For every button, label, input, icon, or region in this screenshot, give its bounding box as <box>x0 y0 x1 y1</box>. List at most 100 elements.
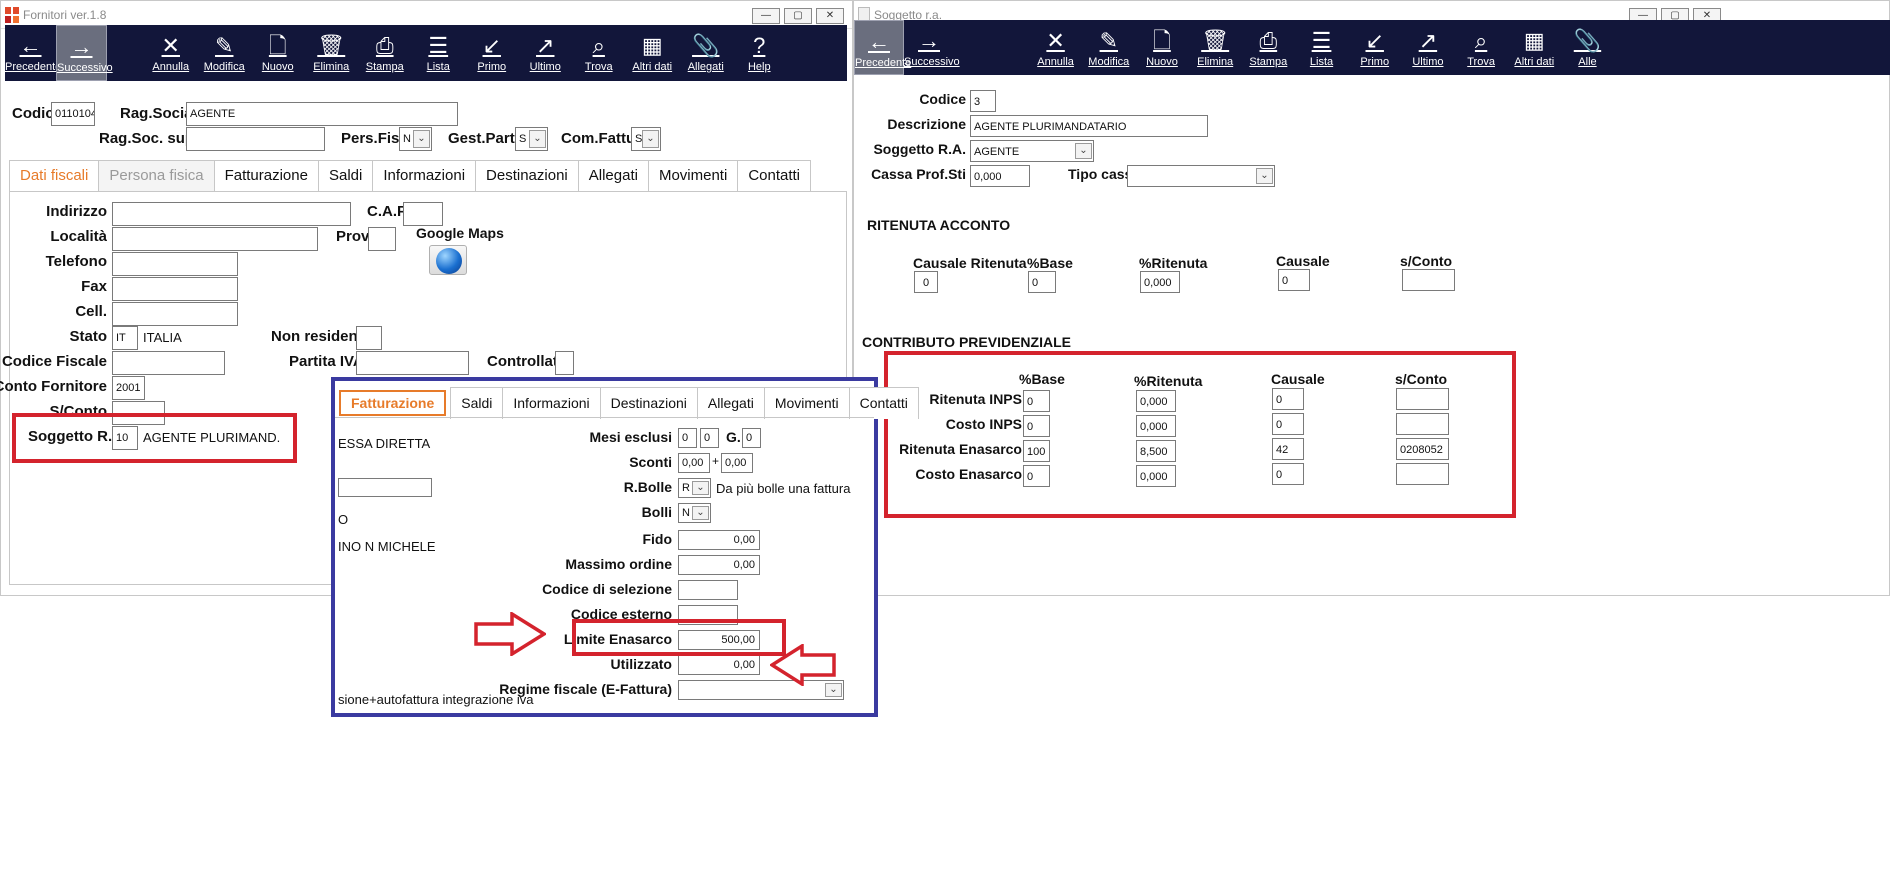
ragsoc-suppl-input[interactable] <box>186 127 325 151</box>
utilizzato-label: Utilizzato <box>610 656 672 672</box>
toolbar-successivo-button[interactable]: → Successivo <box>56 25 113 81</box>
tab-dati-fiscali[interactable]: Dati fiscali <box>9 160 100 192</box>
bolli-select[interactable]: N ⌄ <box>678 503 711 523</box>
tab-informazioni[interactable]: Informazioni <box>372 160 477 192</box>
tab-saldi[interactable]: Saldi <box>317 160 374 192</box>
toolbar-nuovo-button[interactable]: 🗋 Nuovo <box>251 25 305 81</box>
toolbar-label: Precedente <box>855 57 912 69</box>
tab-contatti[interactable]: Contatti <box>848 387 919 419</box>
codice-fiscale-input[interactable] <box>112 351 225 375</box>
overlay-left-input[interactable] <box>338 478 432 497</box>
arrow-right-icon: → <box>918 28 940 53</box>
tab-informazioni[interactable]: Informazioni <box>502 387 601 419</box>
fido-input[interactable]: 0,00 <box>678 530 760 550</box>
massimo-ordine-input[interactable]: 0,00 <box>678 555 760 575</box>
controllata-checkbox[interactable] <box>555 351 574 375</box>
toolbar-ultimo-button[interactable]: ↗ Ultimo <box>1401 20 1454 75</box>
tab-allegati[interactable]: Allegati <box>696 387 765 419</box>
toolbar-lista-button[interactable]: ☰ Lista <box>412 25 466 81</box>
toolbar-ultimo-button[interactable]: ↗ Ultimo <box>519 25 573 81</box>
stato-code-input[interactable]: IT <box>112 326 138 350</box>
indirizzo-input[interactable] <box>112 202 351 226</box>
toolbar-primo-button[interactable]: ↙ Primo <box>465 25 519 81</box>
gest-partite-select[interactable]: S ⌄ <box>515 127 548 151</box>
rbolle-select[interactable]: R ⌄ <box>678 478 711 498</box>
g-input[interactable]: 0 <box>742 428 761 448</box>
toolbar-stampa-button[interactable]: ⎙ Stampa <box>358 25 412 81</box>
tab-persona-fisica[interactable]: Persona fisica <box>98 160 215 192</box>
prov-label: Prov. <box>336 228 373 245</box>
non-residente-checkbox[interactable] <box>356 326 382 350</box>
toolbar-nuovo-button[interactable]: 🗋 Nuovo <box>1135 20 1188 75</box>
stato-label: Stato <box>69 328 108 345</box>
toolbar-altri-dati-button[interactable]: ▦ Altri dati <box>626 25 680 81</box>
maximize-button[interactable]: ▢ <box>784 8 812 24</box>
chevron-down-icon: ⌄ <box>529 130 546 148</box>
toolbar-modifica-button[interactable]: ✎ Modifica <box>1082 20 1135 75</box>
toolbar-successivo-button[interactable]: → Successivo <box>904 20 960 75</box>
com-fatture-select[interactable]: S ⌄ <box>631 127 661 151</box>
mesi-esclusi-a-input[interactable]: 0 <box>678 428 697 448</box>
regime-fiscale-label: Regime fiscale (E-Fattura) <box>499 681 672 697</box>
sconto2-input[interactable]: 0,00 <box>721 453 753 473</box>
telefono-input[interactable] <box>112 252 238 276</box>
highlight-contributo <box>884 351 1516 518</box>
minimize-button[interactable]: — <box>752 8 780 24</box>
tab-allegati[interactable]: Allegati <box>577 160 649 192</box>
toolbar-precedente-button[interactable]: ← Precedente <box>5 25 61 81</box>
prov-input[interactable] <box>368 227 396 251</box>
cap-input[interactable] <box>403 202 443 226</box>
toolbar-help-button[interactable]: ? Help <box>733 25 787 81</box>
ra-base-input[interactable]: 0 <box>1028 271 1056 293</box>
ra-sconto-input[interactable] <box>1402 269 1455 291</box>
tipo-cassa-select[interactable]: ⌄ <box>1127 165 1275 187</box>
codice-input[interactable]: 3 <box>970 90 996 112</box>
close-window-button[interactable]: ✕ <box>816 8 844 24</box>
utilizzato-input[interactable]: 0,00 <box>678 655 760 675</box>
partita-iva-input[interactable] <box>356 351 469 375</box>
tab-destinazioni[interactable]: Destinazioni <box>475 160 579 192</box>
ra-causale-input[interactable]: 0 <box>1278 269 1310 291</box>
codice-input[interactable]: 0110104 <box>51 102 95 126</box>
tab-destinazioni[interactable]: Destinazioni <box>599 387 698 419</box>
ra-ritenuta-input[interactable]: 0,000 <box>1140 271 1180 293</box>
sconto1-input[interactable]: 0,00 <box>678 453 710 473</box>
massimo-ordine-label: Massimo ordine <box>565 556 672 572</box>
cassa-input[interactable]: 0,000 <box>970 165 1030 187</box>
tab-movimenti[interactable]: Movimenti <box>763 387 850 419</box>
conto-fornitore-input[interactable]: 2001 <box>112 376 145 400</box>
toolbar-elimina-button[interactable]: 🗑 Elimina <box>1189 20 1242 75</box>
google-maps-button[interactable] <box>429 245 467 275</box>
ra-causale-ritenuta-input[interactable]: 0 <box>914 271 938 293</box>
toolbar-precedente-button[interactable]: ← Precedente <box>854 20 911 75</box>
tab-movimenti[interactable]: Movimenti <box>647 160 739 192</box>
telefono-label: Telefono <box>45 253 107 270</box>
soggetto-ra-select[interactable]: AGENTE ⌄ <box>970 140 1094 162</box>
toolbar-elimina-button[interactable]: 🗑 Elimina <box>305 25 359 81</box>
pers-fisica-select[interactable]: N ⌄ <box>399 127 432 151</box>
toolbar-modifica-button[interactable]: ✎ Modifica <box>198 25 252 81</box>
cell-input[interactable] <box>112 302 238 326</box>
fax-input[interactable] <box>112 277 238 301</box>
toolbar-trova-button[interactable]: ⌕ Trova <box>572 25 626 81</box>
tab-fatturazione[interactable]: Fatturazione <box>213 160 319 192</box>
localita-input[interactable] <box>112 227 318 251</box>
toolbar-stampa-button[interactable]: ⎙ Stampa <box>1242 20 1295 75</box>
tab-saldi[interactable]: Saldi <box>450 387 504 419</box>
toolbar-altri-dati-button[interactable]: ▦ Altri dati <box>1508 20 1561 75</box>
overlay-left-text-2: O <box>338 512 349 527</box>
ragsoc-input[interactable]: AGENTE <box>186 102 458 126</box>
descrizione-input[interactable]: AGENTE PLURIMANDATARIO <box>970 115 1208 137</box>
arrow-first-icon: ↙ <box>1365 28 1384 53</box>
codice-selezione-input[interactable] <box>678 580 738 600</box>
toolbar-lista-button[interactable]: ☰ Lista <box>1295 20 1348 75</box>
tab-contatti[interactable]: Contatti <box>737 160 812 192</box>
toolbar-alle-button[interactable]: 📎 Alle <box>1561 20 1614 75</box>
toolbar-primo-button[interactable]: ↙ Primo <box>1348 20 1401 75</box>
toolbar-annulla-button[interactable]: ✕ Annulla <box>1029 20 1082 75</box>
toolbar-trova-button[interactable]: ⌕ Trova <box>1455 20 1508 75</box>
tab-fatturazione[interactable]: Fatturazione <box>339 390 447 416</box>
toolbar-allegati-button[interactable]: 📎 Allegati <box>679 25 733 81</box>
toolbar-annulla-button[interactable]: ✕ Annulla <box>144 25 198 81</box>
mesi-esclusi-b-input[interactable]: 0 <box>700 428 719 448</box>
